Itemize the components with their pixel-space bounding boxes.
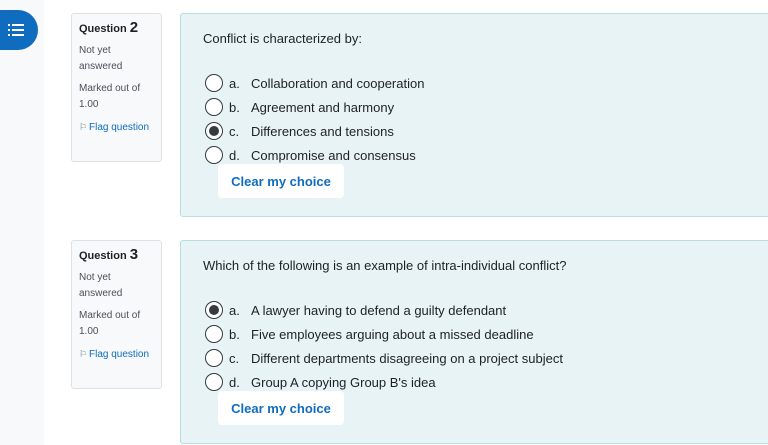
answer-label[interactable]: Collaboration and cooperation: [251, 76, 424, 91]
answer-label[interactable]: Different departments disagreeing on a p…: [251, 351, 563, 366]
left-drawer-strip: [0, 0, 44, 445]
question-state: Not yet answered: [79, 45, 123, 72]
clear-choice-button[interactable]: Clear my choice: [218, 391, 344, 425]
question-text: Which of the following is an example of …: [203, 258, 567, 273]
answer-option[interactable]: b. Agreement and harmony: [205, 95, 424, 119]
question-info-2: Question 2 Not yet answered Marked out o…: [71, 13, 162, 162]
question-info-3: Question 3 Not yet answered Marked out o…: [71, 240, 162, 389]
answer-option[interactable]: a. Collaboration and cooperation: [205, 71, 424, 95]
radio-button[interactable]: [205, 98, 223, 116]
radio-button-selected[interactable]: [205, 122, 223, 140]
question-title: Question 3: [79, 246, 139, 263]
radio-button[interactable]: [205, 325, 223, 343]
answer-label[interactable]: Compromise and consensus: [251, 148, 416, 163]
answer-option[interactable]: a. A lawyer having to defend a guilty de…: [205, 298, 563, 322]
flag-question-link[interactable]: ⚐ Flag question: [79, 119, 154, 136]
question-title: Question 2: [79, 19, 139, 36]
radio-button[interactable]: [205, 349, 223, 367]
answer-label[interactable]: A lawyer having to defend a guilty defen…: [251, 303, 506, 318]
question-formulation-3: Which of the following is an example of …: [180, 240, 768, 444]
flag-question-link[interactable]: ⚐ Flag question: [79, 346, 154, 363]
question-text: Conflict is characterized by:: [203, 31, 362, 46]
question-grade: Marked out of 1.00: [79, 83, 141, 110]
question-formulation-2: Conflict is characterized by: a. Collabo…: [180, 13, 768, 217]
answer-label[interactable]: Agreement and harmony: [251, 100, 394, 115]
answer-option[interactable]: b. Five employees arguing about a missed…: [205, 322, 563, 346]
answer-list: a. Collaboration and cooperation b. Agre…: [205, 71, 424, 167]
answer-label[interactable]: Differences and tensions: [251, 124, 394, 139]
radio-button[interactable]: [205, 373, 223, 391]
answer-option[interactable]: c. Different departments disagreeing on …: [205, 346, 563, 370]
radio-button[interactable]: [205, 74, 223, 92]
question-number: 3: [129, 246, 139, 263]
answer-label[interactable]: Five employees arguing about a missed de…: [251, 327, 534, 342]
flag-icon: ⚐: [79, 349, 88, 359]
answer-option[interactable]: c. Differences and tensions: [205, 119, 424, 143]
flag-icon: ⚐: [79, 122, 88, 132]
question-grade: Marked out of 1.00: [79, 310, 141, 337]
question-number: 2: [129, 19, 139, 36]
answer-label[interactable]: Group A copying Group B's idea: [251, 375, 436, 390]
answer-list: a. A lawyer having to defend a guilty de…: [205, 298, 563, 394]
clear-choice-button[interactable]: Clear my choice: [218, 164, 344, 198]
question-state: Not yet answered: [79, 272, 123, 299]
list-icon: [8, 23, 24, 37]
radio-button[interactable]: [205, 146, 223, 164]
radio-button-selected[interactable]: [205, 301, 223, 319]
